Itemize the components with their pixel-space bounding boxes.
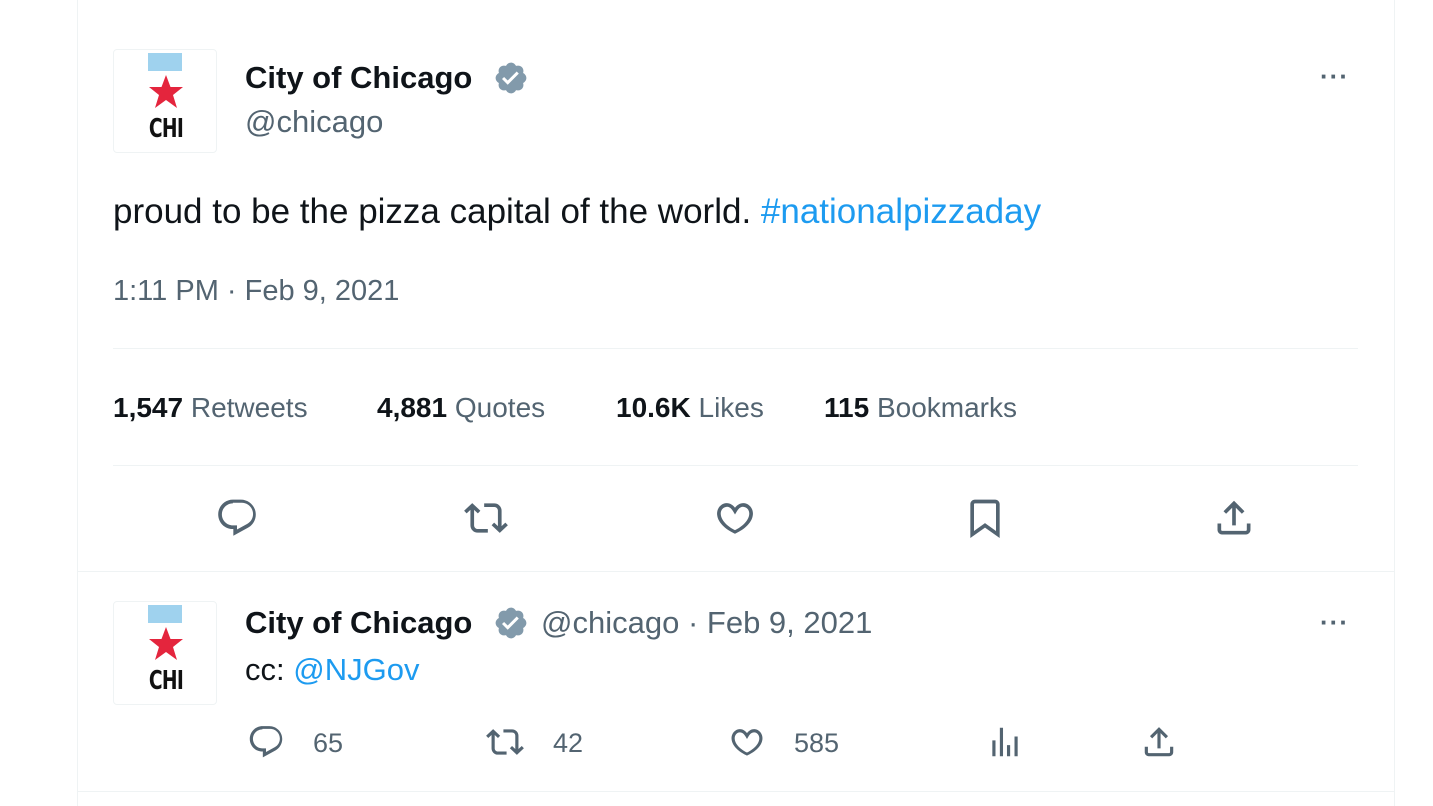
divider xyxy=(78,791,1394,792)
more-options-button[interactable]: ··· xyxy=(1320,609,1349,635)
reply-count: 65 xyxy=(313,728,344,758)
stat-value: 1,547 xyxy=(113,392,184,423)
avatar[interactable]: CHI xyxy=(113,601,217,705)
divider xyxy=(113,465,1358,466)
stat-value: 115 xyxy=(824,392,870,423)
like-button[interactable] xyxy=(711,494,759,542)
share-icon xyxy=(1144,727,1174,757)
author-handle-and-date: @chicago · Feb 9, 2021 xyxy=(541,605,872,641)
author-name[interactable]: City of Chicago xyxy=(245,60,472,96)
like-count: 585 xyxy=(794,728,840,758)
share-button[interactable] xyxy=(1210,494,1258,542)
avatar[interactable]: CHI xyxy=(113,49,217,153)
avatar-label: CHI xyxy=(148,114,184,144)
more-options-button[interactable]: ··· xyxy=(1320,63,1349,89)
reply-text: cc: @NJGov xyxy=(245,652,419,688)
like-icon xyxy=(717,503,753,534)
flag-stripe xyxy=(148,605,182,623)
reply-button[interactable] xyxy=(213,494,261,542)
divider xyxy=(113,348,1358,349)
tweet-body: proud to be the pizza capital of the wor… xyxy=(113,192,761,231)
retweet-button[interactable] xyxy=(481,718,529,766)
like-icon xyxy=(731,729,763,756)
share-button[interactable] xyxy=(1135,718,1183,766)
share-icon xyxy=(1217,500,1251,535)
star-icon xyxy=(149,627,183,660)
stat-value: 10.6K xyxy=(616,392,691,423)
analytics-button[interactable] xyxy=(981,718,1029,766)
mention-link[interactable]: @NJGov xyxy=(293,652,419,687)
retweet-icon xyxy=(464,503,508,533)
tweet-date[interactable]: · Feb 9, 2021 xyxy=(688,605,872,640)
verified-badge-icon xyxy=(495,62,527,94)
stat-label: Retweets xyxy=(190,392,308,423)
author-handle[interactable]: @chicago xyxy=(541,605,679,640)
stat-value: 4,881 xyxy=(377,392,448,423)
quotes-stat[interactable]: 4,881 Quotes xyxy=(377,391,545,425)
bookmark-icon xyxy=(970,499,1000,539)
retweets-stat[interactable]: 1,547 Retweets xyxy=(113,391,308,425)
author-handle[interactable]: @chicago xyxy=(245,104,383,140)
like-button[interactable] xyxy=(723,718,771,766)
stat-label: Likes xyxy=(698,392,764,423)
reply-icon xyxy=(218,499,256,536)
stat-label: Quotes xyxy=(454,392,546,423)
bookmark-button[interactable] xyxy=(961,494,1009,542)
tweet-text: proud to be the pizza capital of the wor… xyxy=(113,191,1041,233)
star-icon xyxy=(149,75,183,108)
avatar-label: CHI xyxy=(148,666,184,696)
retweet-count: 42 xyxy=(553,728,584,758)
reply-button[interactable] xyxy=(242,718,290,766)
hashtag-link[interactable]: #nationalpizzaday xyxy=(761,192,1041,231)
flag-stripe xyxy=(148,53,182,71)
author-name[interactable]: City of Chicago xyxy=(245,605,472,641)
retweet-icon xyxy=(486,729,524,755)
likes-stat[interactable]: 10.6K Likes xyxy=(616,391,764,425)
retweet-button[interactable] xyxy=(462,494,510,542)
tweet-timestamp[interactable]: 1:11 PM · Feb 9, 2021 xyxy=(113,273,399,309)
divider xyxy=(78,571,1394,572)
reply-body: cc: xyxy=(245,652,294,687)
stat-label: Bookmarks xyxy=(876,392,1017,423)
verified-badge-icon xyxy=(495,607,527,639)
bookmarks-stat[interactable]: 115 Bookmarks xyxy=(824,391,1017,425)
analytics-icon xyxy=(992,727,1018,757)
reply-icon xyxy=(249,726,283,758)
